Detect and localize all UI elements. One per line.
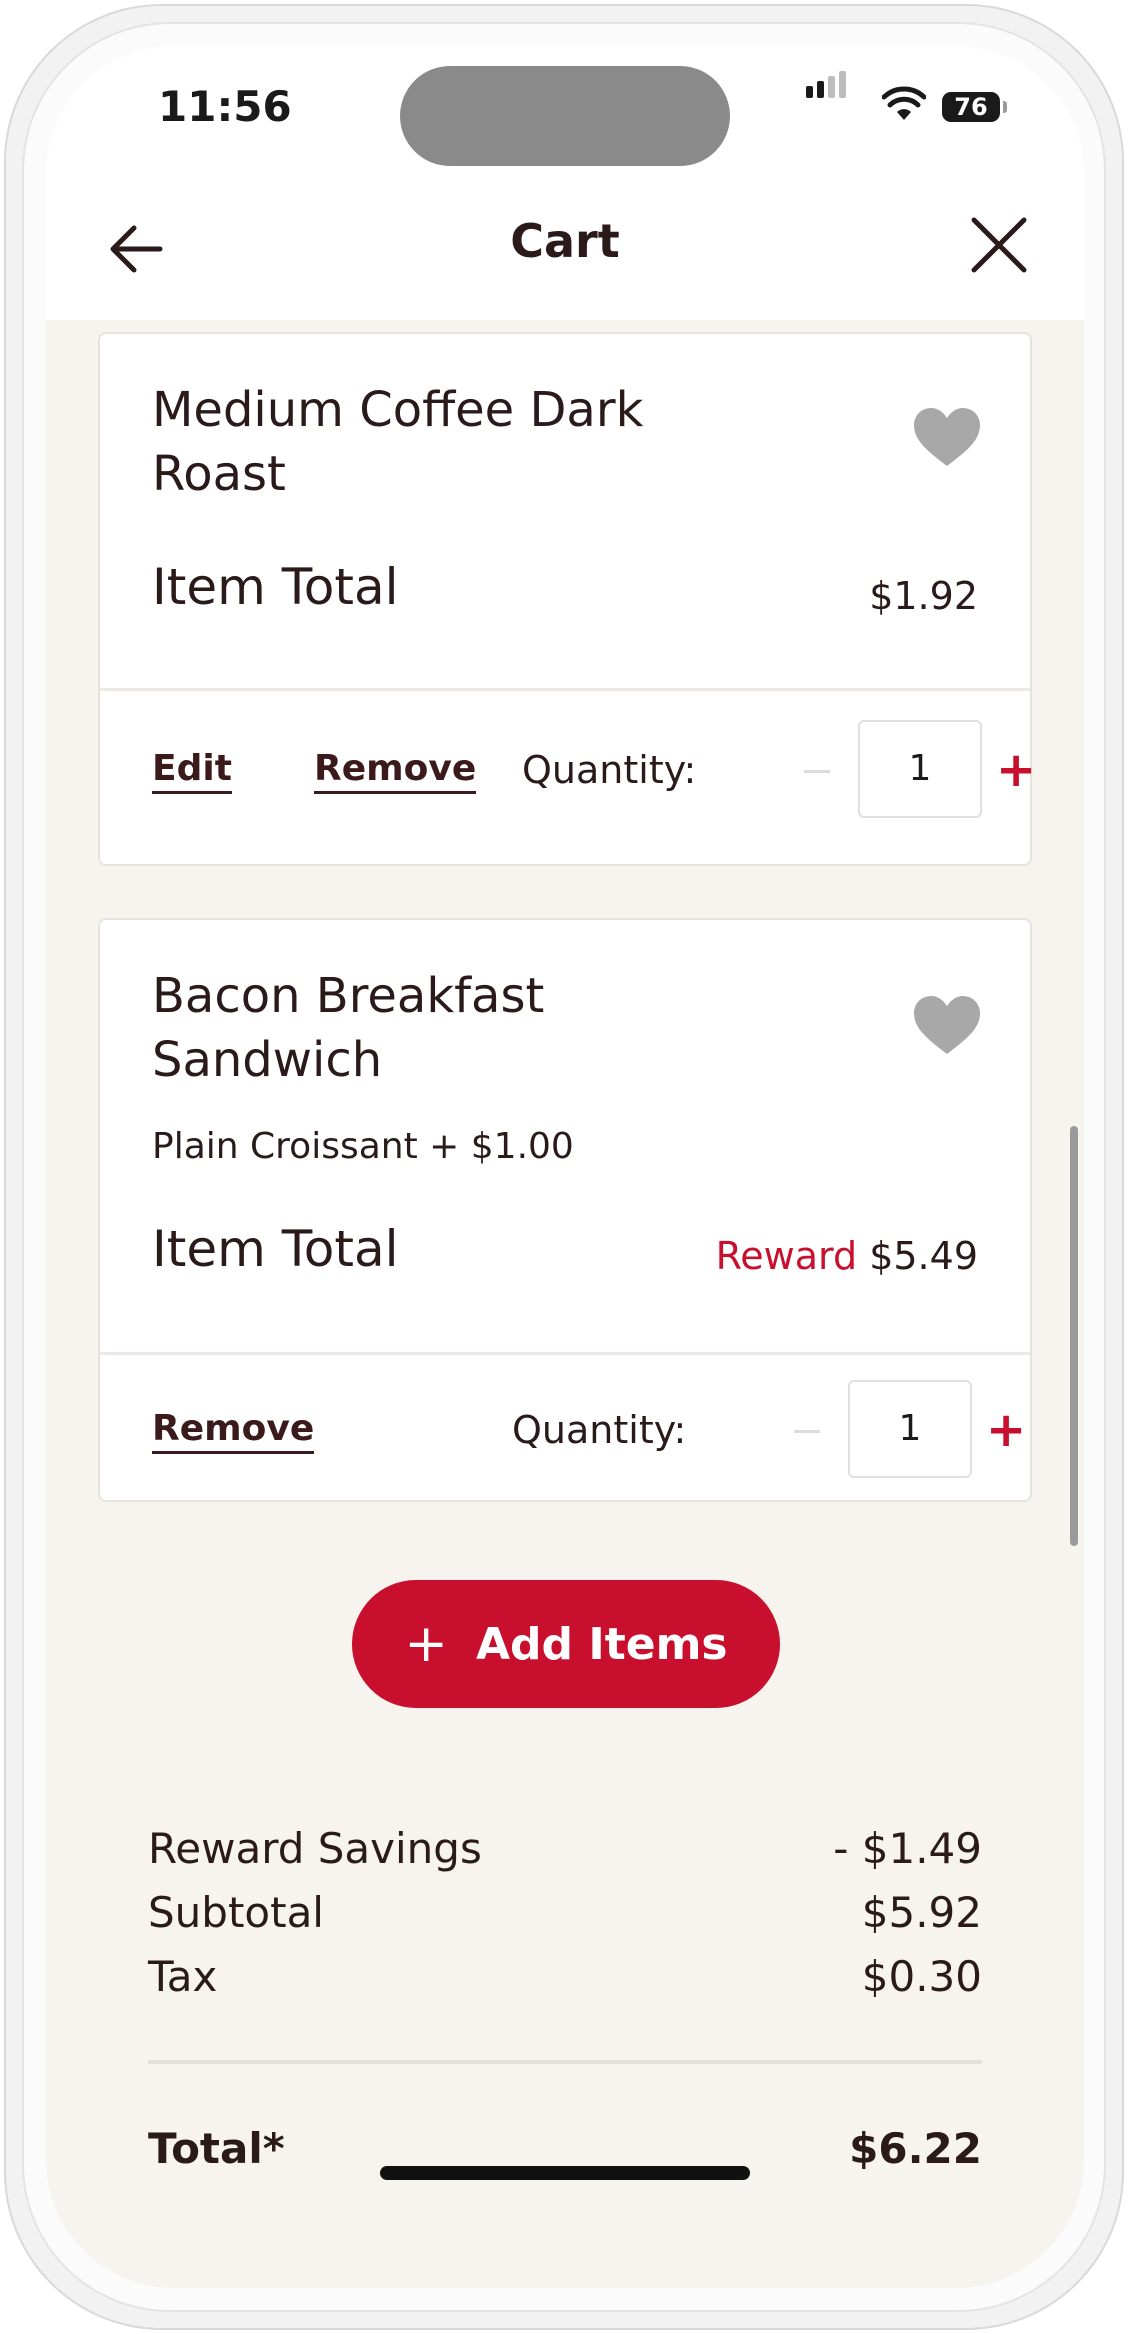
quantity-increment-button[interactable]: + xyxy=(986,1406,1026,1454)
heart-icon[interactable] xyxy=(912,406,982,468)
scrollbar[interactable] xyxy=(1070,1126,1078,1546)
battery-icon: 76 xyxy=(942,92,1000,122)
summary-row-tax: Tax $0.30 xyxy=(148,1952,982,2001)
quantity-label: Quantity: xyxy=(512,1408,687,1452)
cart-item-card: Medium Coffee Dark Roast Item Total $1.9… xyxy=(98,332,1036,866)
quantity-input[interactable]: 1 xyxy=(848,1380,972,1478)
item-price: Reward $5.49 xyxy=(716,1234,978,1278)
item-price-value: $1.92 xyxy=(869,574,978,618)
plus-icon: + xyxy=(404,1614,448,1674)
status-time: 11:56 xyxy=(158,82,292,131)
summary-label: Reward Savings xyxy=(148,1824,482,1873)
reward-label: Reward xyxy=(715,1234,858,1278)
app-screen: 11:56 76 Cart Medium Coffee Dark Roast I… xyxy=(46,46,1084,2288)
edit-link[interactable]: Edit xyxy=(152,748,232,794)
top-bar: 11:56 76 Cart xyxy=(46,46,1084,320)
close-icon[interactable] xyxy=(964,210,1034,280)
add-items-button[interactable]: + Add Items xyxy=(352,1580,780,1708)
remove-link[interactable]: Remove xyxy=(152,1408,315,1454)
item-name: Bacon Breakfast Sandwich xyxy=(152,968,545,1088)
summary-row-reward-savings: Reward Savings - $1.49 xyxy=(148,1824,982,1873)
item-total-label: Item Total xyxy=(152,1220,399,1278)
cart-item-card: Bacon Breakfast Sandwich Plain Croissant… xyxy=(98,918,1032,1502)
summary-divider xyxy=(148,2060,982,2064)
total-value: $6.22 xyxy=(849,2124,982,2173)
page-title: Cart xyxy=(510,214,620,268)
card-divider xyxy=(100,1352,1030,1355)
quantity-input[interactable]: 1 xyxy=(858,720,982,818)
item-price-value: $5.49 xyxy=(869,1234,978,1278)
remove-link[interactable]: Remove xyxy=(314,748,477,794)
summary-label: Subtotal xyxy=(148,1888,324,1937)
total-label: Total* xyxy=(148,2124,285,2173)
add-items-label: Add Items xyxy=(475,1618,728,1670)
item-name: Medium Coffee Dark Roast xyxy=(152,382,644,502)
summary-value: $0.30 xyxy=(861,1952,982,2001)
item-total-label: Item Total xyxy=(152,558,399,616)
summary-value: $5.92 xyxy=(861,1888,982,1937)
quantity-label: Quantity: xyxy=(522,748,697,792)
dynamic-island xyxy=(400,66,730,166)
item-modifier: Plain Croissant + $1.00 xyxy=(152,1126,574,1167)
summary-label: Tax xyxy=(148,1952,218,2001)
quantity-increment-button[interactable]: + xyxy=(996,746,1036,794)
summary-row-subtotal: Subtotal $5.92 xyxy=(148,1888,982,1937)
item-price: $1.92 xyxy=(869,574,978,618)
card-divider xyxy=(100,688,1030,691)
quantity-decrement-button[interactable] xyxy=(804,770,830,773)
battery-tip xyxy=(1003,101,1007,113)
home-indicator xyxy=(380,2166,750,2180)
heart-icon[interactable] xyxy=(912,994,982,1056)
quantity-decrement-button[interactable] xyxy=(794,1430,820,1433)
summary-value: - $1.49 xyxy=(833,1824,982,1873)
wifi-icon xyxy=(882,86,926,120)
